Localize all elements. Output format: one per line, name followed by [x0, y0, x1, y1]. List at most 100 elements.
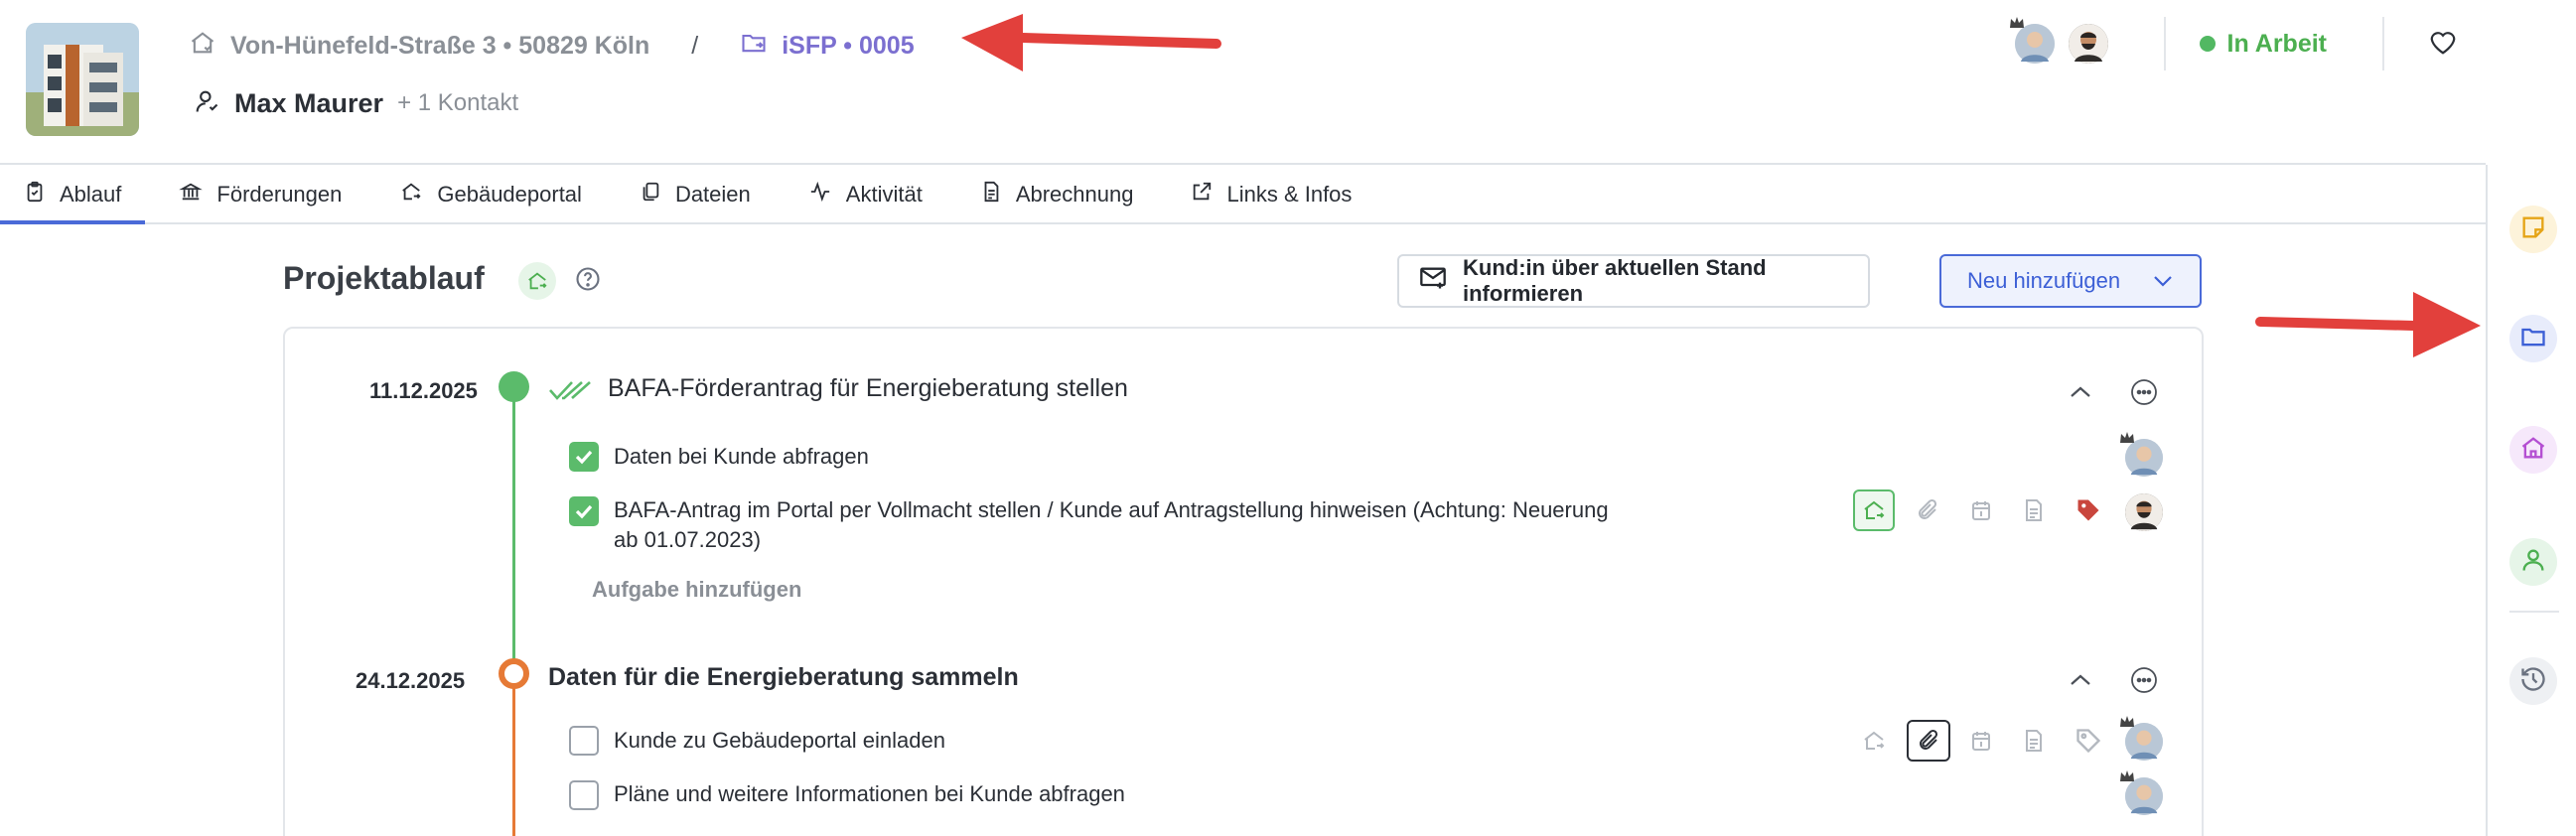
sticky-note-icon [2519, 213, 2547, 246]
tab-dateien[interactable]: Dateien [640, 167, 775, 222]
inform-customer-button[interactable]: Kund:in über aktuellen Stand informieren [1397, 254, 1870, 308]
tab-label: Ablauf [60, 182, 122, 207]
add-new-label: Neu hinzufügen [1967, 268, 2121, 293]
avatar-owner[interactable] [2120, 432, 2163, 477]
history-icon [2519, 665, 2547, 698]
tab-ablauf[interactable]: Ablauf [0, 167, 146, 224]
house-icon [2519, 434, 2547, 467]
document-icon[interactable] [2019, 495, 2049, 525]
breadcrumb-project[interactable]: iSFP • 0005 [740, 29, 915, 64]
building-thumbnail[interactable] [26, 23, 139, 136]
tab-label: Aktivität [845, 182, 923, 207]
more-options-icon[interactable] [2128, 664, 2160, 696]
activity-icon [808, 181, 832, 209]
phase-date: 24.12.2025 [356, 668, 466, 693]
timeline-line-progress [512, 685, 515, 836]
add-new-dropdown[interactable]: Neu hinzufügen [1939, 254, 2202, 308]
more-options-icon[interactable] [2128, 376, 2160, 408]
breadcrumb-address[interactable]: Von-Hünefeld-Straße 3 • 50829 Köln [189, 29, 649, 64]
calendar-icon[interactable] [1966, 726, 1996, 756]
page-title: Projektablauf [283, 260, 485, 296]
task-label-line1[interactable]: BAFA-Antrag im Portal per Vollmacht stel… [614, 495, 1609, 525]
tab-gebaeudeportal[interactable]: Gebäudeportal [399, 167, 606, 222]
status-label: In Arbeit [2226, 29, 2327, 58]
document-icon[interactable] [2019, 726, 2049, 756]
house-share-icon[interactable] [518, 262, 556, 300]
timeline-line-done [512, 399, 515, 669]
tab-bar: Ablauf Förderungen Gebäudeportal Dateien… [0, 167, 2486, 224]
heart-icon [2428, 28, 2458, 61]
task-checkbox[interactable] [569, 780, 599, 810]
sidebar-contact-button[interactable] [2509, 538, 2557, 586]
house-icon [189, 29, 216, 64]
task-checkbox[interactable] [569, 442, 599, 472]
sidebar-notes-button[interactable] [2509, 206, 2557, 253]
breadcrumb-separator: / [691, 31, 699, 60]
task-label[interactable]: Daten bei Kunde abfragen [614, 442, 869, 472]
chevron-up-icon[interactable] [2066, 377, 2095, 407]
tab-aktivitaet[interactable]: Aktivität [808, 167, 946, 222]
crown-icon [2120, 432, 2134, 443]
annotation-arrow-project [961, 14, 1221, 71]
house-share-icon [399, 181, 423, 209]
phase-title[interactable]: BAFA-Förderantrag für Energieberatung st… [608, 374, 1128, 403]
right-sidebar [2486, 165, 2576, 836]
sidebar-divider [2509, 611, 2559, 613]
paperclip-icon[interactable] [1907, 720, 1950, 762]
avatar-owner[interactable] [2120, 716, 2163, 761]
avatar-assignee[interactable] [2125, 493, 2163, 531]
task-label-line2[interactable]: ab 01.07.2023) [614, 525, 761, 555]
tab-label: Gebäudeportal [437, 182, 582, 207]
breadcrumb: Von-Hünefeld-Straße 3 • 50829 Köln / iSF… [189, 26, 915, 66]
status-dot [2199, 36, 2216, 52]
tab-label: Abrechnung [1015, 182, 1134, 207]
chevron-up-icon[interactable] [2066, 665, 2095, 695]
crown-icon [2120, 716, 2134, 727]
task-checkbox[interactable] [569, 496, 599, 526]
avatar-assignee[interactable] [2068, 24, 2108, 64]
mail-icon [1419, 266, 1447, 296]
crown-icon [2009, 17, 2024, 28]
avatar-owner[interactable] [2009, 17, 2055, 64]
paperclip-icon[interactable] [1913, 495, 1942, 525]
receipt-icon [980, 181, 1002, 209]
tab-label: Links & Infos [1226, 182, 1353, 207]
person-icon [2519, 546, 2547, 579]
additional-contacts[interactable]: + 1 Kontakt [397, 89, 518, 117]
task-label[interactable]: Kunde zu Gebäudeportal einladen [614, 726, 945, 756]
tab-links-infos[interactable]: Links & Infos [1191, 167, 1375, 222]
tab-foerderungen[interactable]: Förderungen [179, 167, 365, 222]
tab-label: Förderungen [216, 182, 343, 207]
add-task-link[interactable]: Aufgabe hinzufügen [592, 577, 801, 603]
tag-icon[interactable] [2074, 726, 2103, 756]
task-checkbox[interactable] [569, 726, 599, 756]
contact-name[interactable]: Max Maurer [234, 88, 383, 119]
timeline-dot-done [499, 371, 529, 402]
avatar-owner[interactable] [2120, 770, 2163, 815]
chevron-down-icon [2152, 268, 2174, 294]
help-icon[interactable] [574, 265, 602, 298]
favorite-button[interactable] [2382, 17, 2486, 70]
calendar-icon[interactable] [1966, 495, 1996, 525]
address-text: Von-Hünefeld-Straße 3 • 50829 Köln [230, 31, 650, 60]
user-icon [193, 87, 220, 120]
house-share-icon[interactable] [1859, 726, 1889, 756]
tab-label: Dateien [674, 182, 751, 207]
sidebar-files-button[interactable] [2509, 315, 2557, 362]
tab-abrechnung[interactable]: Abrechnung [980, 167, 1158, 222]
app-root: Von-Hünefeld-Straße 3 • 50829 Köln / iSF… [0, 0, 2576, 836]
folder-share-icon [740, 29, 768, 64]
title-icons [518, 262, 602, 300]
project-id: iSFP • 0005 [782, 31, 915, 60]
project-status[interactable]: In Arbeit [2163, 17, 2327, 70]
phase-date: 11.12.2025 [369, 378, 478, 403]
clipboard-check-icon [24, 181, 46, 209]
task-label[interactable]: Pläne und weitere Informationen bei Kund… [614, 779, 1125, 809]
annotation-arrow-files [2255, 292, 2481, 357]
house-share-icon[interactable] [1853, 489, 1895, 531]
phase-title[interactable]: Daten für die Energieberatung sammeln [548, 663, 1019, 692]
tag-icon[interactable] [2074, 495, 2103, 525]
sidebar-building-button[interactable] [2509, 426, 2557, 474]
project-header: Von-Hünefeld-Straße 3 • 50829 Köln / iSF… [0, 0, 2486, 165]
sidebar-history-button[interactable] [2509, 657, 2557, 705]
